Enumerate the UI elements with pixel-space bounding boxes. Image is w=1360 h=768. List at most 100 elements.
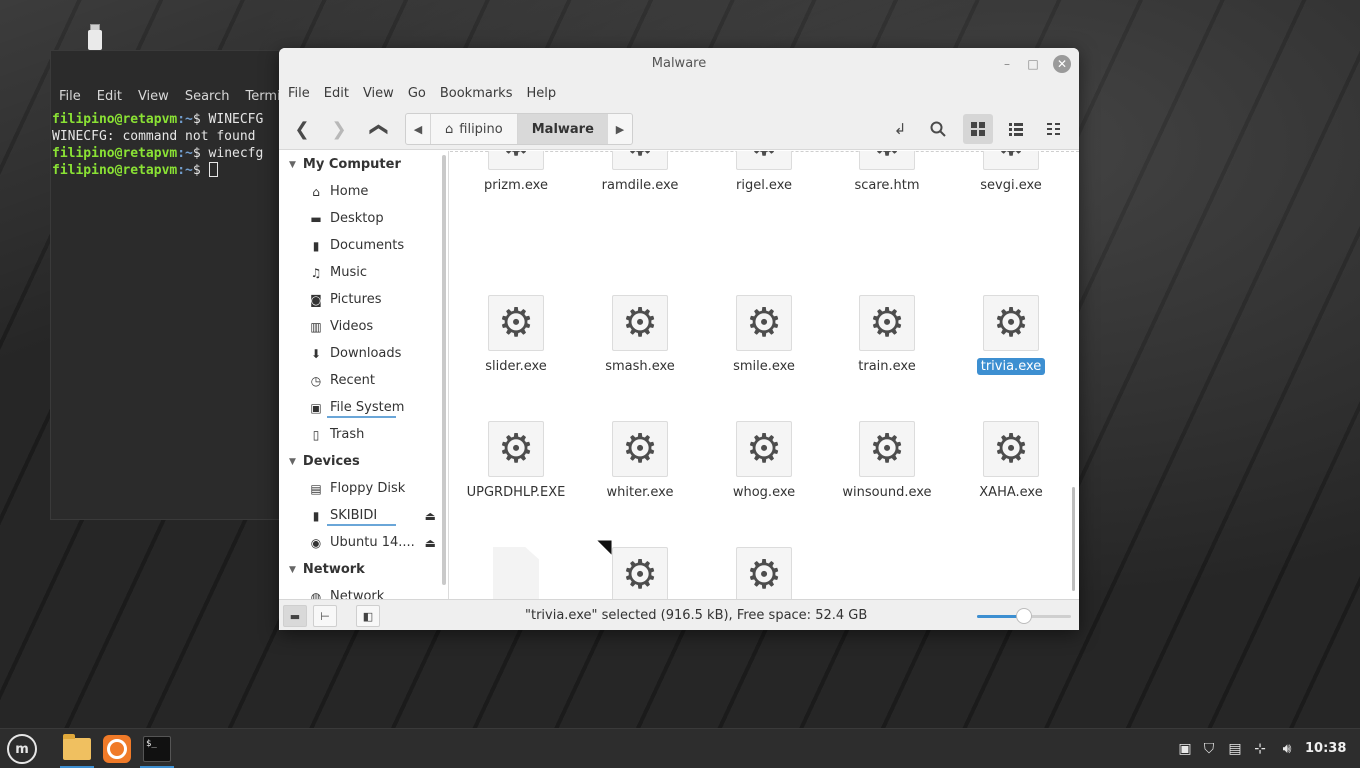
menu-go[interactable]: Go	[401, 80, 433, 108]
start-menu-button[interactable]: m	[4, 732, 40, 766]
file-item[interactable]: ⚙ winsound.exe	[825, 421, 949, 501]
maximize-button[interactable]: □	[1025, 56, 1041, 72]
tray-updates-button[interactable]: ▤	[1225, 729, 1245, 768]
sidebar-item-music[interactable]: ♫ Music	[279, 259, 448, 286]
network-icon: ◍	[310, 589, 322, 600]
sidebar-item-downloads[interactable]: ⬇ Downloads	[279, 340, 448, 367]
taskbar-files-button[interactable]	[60, 732, 94, 768]
sidebar-item-pictures[interactable]: ◙ Pictures	[279, 286, 448, 313]
sidebar-item-home[interactable]: ⌂ Home	[279, 178, 448, 205]
file-item[interactable]: ⚙ whiter.exe	[578, 421, 702, 501]
file-item[interactable]: ⚙ smile.exe	[702, 295, 826, 375]
breadcrumb-left-arrow[interactable]: ◀	[406, 114, 430, 144]
file-item[interactable]: ⚙ rigel.exe	[702, 151, 826, 194]
file-item[interactable]: You Are An Idiot. lnk	[454, 547, 578, 599]
clock[interactable]: 10:38	[1305, 741, 1346, 756]
document-icon	[493, 547, 539, 599]
compact-view-button[interactable]	[1039, 114, 1069, 144]
close-button[interactable]: ✕	[1053, 55, 1071, 73]
terminal-line: filipino@retapvm:~$ WINECFG	[52, 111, 263, 128]
file-item[interactable]: ⚙ train.exe	[825, 295, 949, 375]
sidebar-section-devices[interactable]: ▼ Devices	[279, 448, 448, 475]
eject-icon[interactable]: ⏏	[425, 536, 436, 550]
breadcrumb-current[interactable]: Malware	[516, 114, 608, 144]
sidebar-item-ubuntu-14[interactable]: ◉ Ubuntu 14.... ⏏	[279, 529, 448, 556]
list-view-button[interactable]	[1001, 114, 1031, 144]
sidebar-item-floppy-disk[interactable]: ▤ Floppy Disk	[279, 475, 448, 502]
sidebar-item-recent[interactable]: ◷ Recent	[279, 367, 448, 394]
terminal-output[interactable]: filipino@retapvm:~$ WINECFG WINECFG: comm…	[52, 111, 263, 179]
file-item[interactable]: ⚙ smash.exe	[578, 295, 702, 375]
sidebar-item-network[interactable]: ◍ Network	[279, 583, 448, 599]
file-name: winsound.exe	[825, 485, 949, 501]
file-manager-window[interactable]: Malware – □ ✕ File Edit View Go Bookmarks Hel…	[279, 48, 1079, 630]
tray-notes-button[interactable]: ▣	[1175, 729, 1195, 768]
home-icon: ⌂	[312, 184, 320, 199]
toggle-location-button[interactable]: ↲	[885, 114, 915, 144]
icon-view[interactable]: ⚙ prizm.exe ⚙ ramdile.exe ⚙ rigel.exe ⚙ scare.h…	[450, 151, 1079, 599]
menu-edit[interactable]: Edit	[317, 80, 356, 108]
file-item[interactable]: ⚙youd.exe	[578, 547, 702, 599]
menu-help[interactable]: Help	[519, 80, 563, 108]
eject-icon[interactable]: ⏏	[425, 509, 436, 523]
sidebar-item-videos[interactable]: ▥ Videos	[279, 313, 448, 340]
minimize-button[interactable]: –	[999, 56, 1015, 72]
file-thumbnail: ⚙	[859, 421, 915, 477]
menu-view[interactable]: View	[356, 80, 401, 108]
sidebar-item-label: Ubuntu 14....	[330, 535, 415, 550]
file-item[interactable]: ⚙ ramdile.exe	[578, 151, 702, 194]
status-bar: ▬ ⊢ ◧ "trivia.exe" selected (916.5 kB), …	[279, 599, 1079, 630]
file-name: whiter.exe	[578, 485, 702, 501]
sidebar-item-desktop[interactable]: ▬ Desktop	[279, 205, 448, 232]
gear-icon: ⚙	[993, 300, 1029, 346]
file-item[interactable]: ⚙ trivia.exe	[949, 295, 1073, 375]
file-item[interactable]: ⚙ scare.htm	[825, 151, 949, 194]
search-button[interactable]	[923, 114, 953, 144]
list-icon	[1009, 123, 1023, 136]
file-item[interactable]: ⚙ whog.exe	[702, 421, 826, 501]
taskbar-terminal-button[interactable]: $_	[140, 732, 174, 768]
terminal-menu-view[interactable]: View	[130, 87, 177, 107]
menu-file[interactable]: File	[281, 80, 317, 108]
tray-network-button[interactable]: ⊹	[1250, 729, 1270, 768]
content-scrollbar[interactable]	[1072, 487, 1075, 591]
sidebar-item-file-system[interactable]: ▣ File System	[279, 394, 448, 421]
forward-button[interactable]: ❯	[324, 114, 354, 144]
taskbar-firefox-button[interactable]	[100, 732, 134, 766]
terminal-window[interactable]: FileEditViewSearchTerminal filipino@reta…	[50, 50, 290, 520]
file-thumbnail: ⚙	[488, 295, 544, 351]
show-treeview-button[interactable]: ⊢	[313, 605, 337, 627]
up-button[interactable]: ❯	[363, 114, 393, 144]
file-name: XAHA.exe	[949, 485, 1073, 501]
sidebar-item-label: Trash	[330, 427, 365, 442]
terminal-menu-file[interactable]: File	[51, 87, 89, 107]
file-item[interactable]: ⚙zhymn.exe	[702, 547, 826, 599]
tray-shield-button[interactable]: ⛉	[1199, 729, 1219, 768]
zoom-slider-handle[interactable]	[1016, 608, 1032, 624]
file-item[interactable]: ⚙ prizm.exe	[454, 151, 578, 194]
file-item[interactable]: ⚙ slider.exe	[454, 295, 578, 375]
sidebar-section-network[interactable]: ▼ Network	[279, 556, 448, 583]
file-thumbnail: ⚙	[736, 151, 792, 170]
tray-volume-button[interactable]: 🔊︎	[1277, 729, 1297, 768]
sidebar-section-my-computer[interactable]: ▼ My Computer	[279, 151, 448, 178]
file-item[interactable]: ⚙ XAHA.exe	[949, 421, 1073, 501]
title-bar[interactable]: Malware – □ ✕	[279, 48, 1079, 80]
show-places-button[interactable]: ▬	[283, 605, 307, 627]
file-item[interactable]: ⚙ sevgi.exe	[949, 151, 1073, 194]
hide-sidebar-button[interactable]: ◧	[356, 605, 380, 627]
sidebar-item-documents[interactable]: ▮ Documents	[279, 232, 448, 259]
file-item[interactable]: ⚙ UPGRDHLP.EXE	[454, 421, 578, 501]
back-button[interactable]: ❮	[287, 114, 317, 144]
icon-view-button[interactable]	[963, 114, 993, 144]
terminal-menu-search[interactable]: Search	[177, 87, 238, 107]
sidebar-item-trash[interactable]: ▯ Trash	[279, 421, 448, 448]
usb-drive-desktop-icon[interactable]	[84, 22, 106, 50]
breadcrumb-home[interactable]: ⌂ filipino	[430, 114, 517, 144]
terminal-menu-edit[interactable]: Edit	[89, 87, 130, 107]
breadcrumb-right-arrow[interactable]: ▶	[608, 114, 632, 144]
gear-icon: ⚙	[869, 300, 905, 346]
sidebar-item-skibidi[interactable]: ▮ SKIBIDI ⏏	[279, 502, 448, 529]
collapse-triangle-icon: ▼	[289, 159, 296, 170]
menu-bookmarks[interactable]: Bookmarks	[433, 80, 520, 108]
